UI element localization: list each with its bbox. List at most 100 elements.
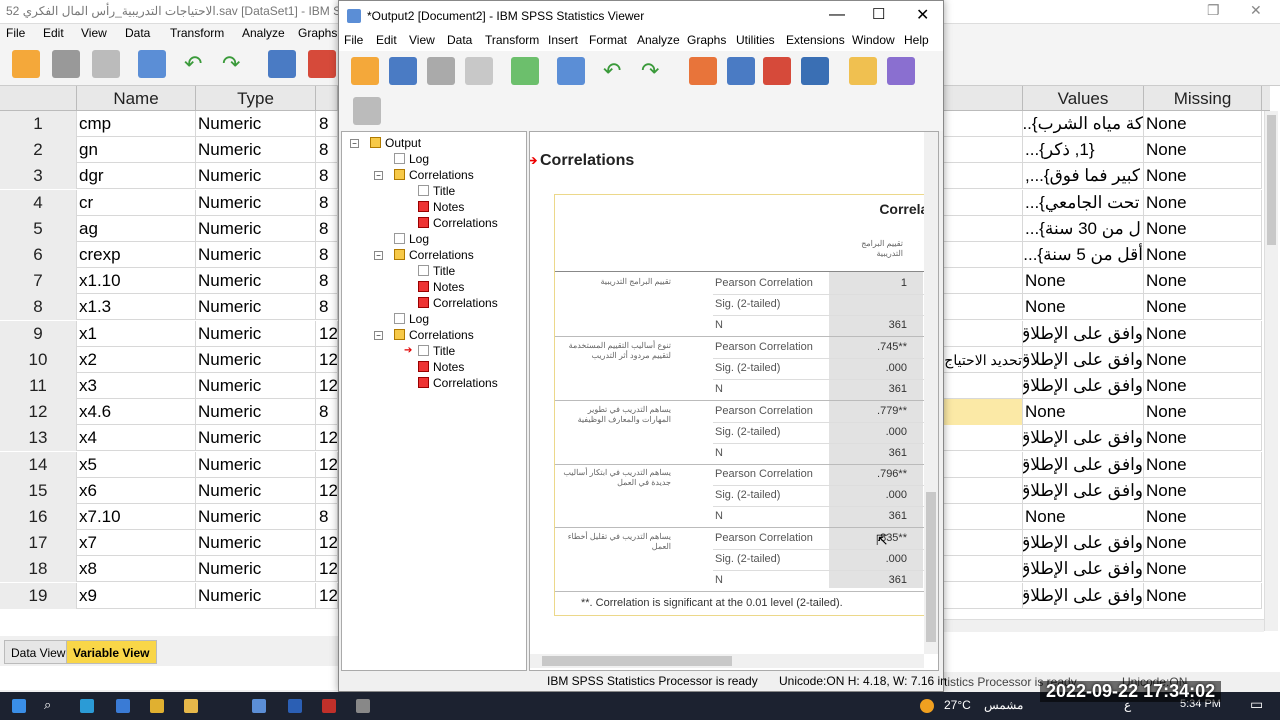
variable-missing-cell[interactable]: None <box>1144 294 1262 321</box>
row-number[interactable]: 5 <box>0 215 77 242</box>
goto-case-icon[interactable] <box>727 57 755 85</box>
label-column-header[interactable] <box>944 86 1023 111</box>
spss-taskbar-icon[interactable] <box>252 699 266 713</box>
menu-transform[interactable]: Transform <box>170 26 224 40</box>
row-number[interactable]: 7 <box>0 268 77 295</box>
variable-name-cell[interactable]: x8 <box>77 556 196 583</box>
variable-name-cell[interactable]: x4.6 <box>77 399 196 426</box>
variable-values-cell[interactable]: وافق على الإطلاق... <box>1023 346 1144 373</box>
variable-label-cell[interactable] <box>944 163 1023 190</box>
collapse-icon[interactable]: − <box>374 331 383 340</box>
notification-icon[interactable]: ▭ <box>1250 696 1263 713</box>
variable-values-cell[interactable]: None <box>1023 268 1144 295</box>
row-number[interactable]: 10 <box>0 346 77 373</box>
variable-type-cell[interactable]: Numeric <box>196 320 316 347</box>
outline-item-notes[interactable]: Notes <box>418 279 464 295</box>
variable-width-cell[interactable]: 12 <box>316 346 338 373</box>
name-column-header[interactable]: Name <box>77 86 196 111</box>
undo-icon[interactable]: ↶ <box>603 60 629 82</box>
variable-label-cell[interactable] <box>944 111 1023 137</box>
variable-type-cell[interactable]: Numeric <box>196 268 316 295</box>
variable-label-cell[interactable] <box>944 320 1023 347</box>
file-explorer-icon[interactable] <box>184 699 198 713</box>
type-column-header[interactable]: Type <box>196 86 316 111</box>
row-number[interactable]: 18 <box>0 556 77 583</box>
row-number[interactable]: 19 <box>0 582 77 609</box>
statistic-value[interactable]: .779** <box>877 401 907 421</box>
goto-variable-icon[interactable] <box>763 57 791 85</box>
variable-width-cell[interactable]: 12 <box>316 320 338 347</box>
variable-values-cell[interactable]: كبير فما فوق}..., <box>1023 163 1144 190</box>
outline-item-title[interactable]: Title <box>418 263 455 279</box>
variable-type-cell[interactable]: Numeric <box>196 294 316 321</box>
variable-missing-cell[interactable]: None <box>1144 320 1262 347</box>
minimize-icon[interactable]: — <box>829 6 845 24</box>
variable-values-cell[interactable]: وافق على الإطلاق... <box>1023 582 1144 609</box>
outline-item-log[interactable]: Log <box>394 311 429 327</box>
variable-name-cell[interactable]: x6 <box>77 477 196 504</box>
menu-edit[interactable]: Edit <box>376 33 397 47</box>
variable-type-cell[interactable]: Numeric <box>196 530 316 557</box>
variable-width-cell[interactable]: 8 <box>316 399 338 426</box>
variable-name-cell[interactable]: x7 <box>77 530 196 557</box>
variable-missing-cell[interactable]: None <box>1144 477 1262 504</box>
menu-utilities[interactable]: Utilities <box>736 33 775 47</box>
editor-vertical-scrollbar[interactable] <box>1264 111 1278 631</box>
insert-variable-icon[interactable] <box>308 50 336 78</box>
variable-label-cell[interactable]: تحديد الاحتياج <box>944 346 1023 373</box>
correlations-heading[interactable]: Correlations <box>540 152 634 170</box>
variable-missing-cell[interactable]: None <box>1144 111 1262 137</box>
variable-name-cell[interactable]: x7.10 <box>77 504 196 530</box>
teams-icon[interactable] <box>116 699 130 713</box>
variable-label-cell[interactable] <box>944 373 1023 399</box>
variable-width-cell[interactable]: 8 <box>316 242 338 268</box>
menu-help[interactable]: Help <box>904 33 929 47</box>
correlations-pivot-table[interactable]: Correlat تقييم البرامج التدريبية تقييم ا… <box>554 194 924 616</box>
variable-label-cell[interactable] <box>944 451 1023 478</box>
open-folder-icon[interactable] <box>351 57 379 85</box>
missing-column-header[interactable]: Missing <box>1144 86 1262 111</box>
variable-type-cell[interactable]: Numeric <box>196 137 316 164</box>
row-number[interactable]: 15 <box>0 477 77 504</box>
collapse-icon[interactable]: − <box>374 251 383 260</box>
menu-edit[interactable]: Edit <box>43 26 64 40</box>
variable-missing-cell[interactable]: None <box>1144 399 1262 426</box>
outline-item-notes[interactable]: Notes <box>418 199 464 215</box>
variable-name-cell[interactable]: x2 <box>77 346 196 373</box>
outline-item-correlations[interactable]: Correlations <box>418 375 498 391</box>
save-icon[interactable] <box>389 57 417 85</box>
statistic-value[interactable]: 361 <box>889 443 907 463</box>
variable-label-cell[interactable] <box>944 425 1023 452</box>
row-number[interactable]: 11 <box>0 373 77 399</box>
outline-item-notes[interactable]: Notes <box>418 359 464 375</box>
variable-missing-cell[interactable]: None <box>1144 215 1262 242</box>
menu-data[interactable]: Data <box>125 26 150 40</box>
variable-label-cell[interactable] <box>944 294 1023 321</box>
chrome-icon[interactable] <box>150 699 164 713</box>
variable-width-cell[interactable]: 8 <box>316 268 338 295</box>
variable-name-cell[interactable]: ag <box>77 215 196 242</box>
variable-label-cell[interactable] <box>944 215 1023 242</box>
statistic-value[interactable]: .000 <box>886 485 907 505</box>
variable-missing-cell[interactable]: None <box>1144 346 1262 373</box>
variable-name-cell[interactable]: x3 <box>77 373 196 399</box>
print-icon[interactable] <box>92 50 120 78</box>
save-icon[interactable] <box>52 50 80 78</box>
variable-missing-cell[interactable]: None <box>1144 242 1262 268</box>
menu-transform[interactable]: Transform <box>485 33 539 47</box>
row-number[interactable]: 2 <box>0 137 77 164</box>
statistic-value[interactable]: .000 <box>886 549 907 569</box>
menu-file[interactable]: File <box>344 33 363 47</box>
outline-item-correlations[interactable]: Correlations <box>418 295 498 311</box>
word-icon[interactable] <box>288 699 302 713</box>
row-number[interactable]: 9 <box>0 320 77 347</box>
variable-missing-cell[interactable]: None <box>1144 163 1262 190</box>
variable-values-cell[interactable]: None <box>1023 504 1144 530</box>
dialog-recall-icon[interactable] <box>557 57 585 85</box>
statistic-value[interactable]: .745** <box>877 337 907 357</box>
outline-item-correlations[interactable]: Correlations <box>394 327 474 343</box>
row-number[interactable]: 17 <box>0 530 77 557</box>
variable-name-cell[interactable]: crexp <box>77 242 196 268</box>
variable-label-cell[interactable] <box>944 399 1023 426</box>
variable-missing-cell[interactable]: None <box>1144 504 1262 530</box>
